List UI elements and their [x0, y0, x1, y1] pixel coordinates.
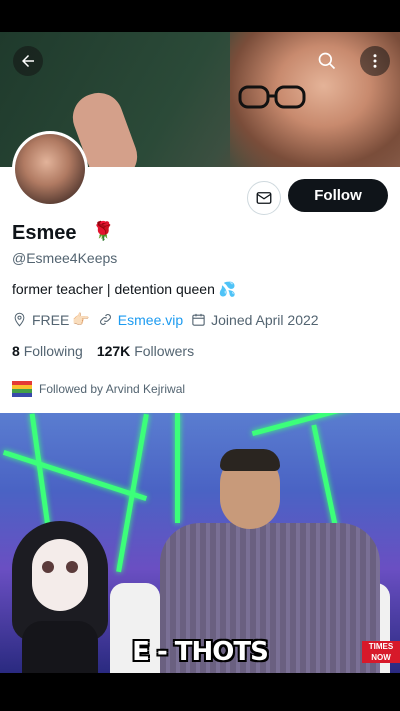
follow-button[interactable]: Follow [288, 179, 388, 212]
display-name: Esmee [12, 222, 77, 244]
avatar-image [15, 134, 85, 204]
followers-label: Followers [134, 343, 195, 359]
message-button[interactable] [247, 181, 281, 215]
speaker-hair [220, 449, 280, 471]
top-black-bar [0, 0, 400, 32]
mail-icon [256, 192, 272, 204]
bio-text: former teacher | detention queen [12, 281, 215, 297]
channel-logo-line1: TIMES [368, 642, 394, 651]
video-caption: E - THOTS [132, 637, 269, 667]
sweat-droplets-emoji: 💦 [218, 281, 237, 297]
rose-emoji: 🌹 [92, 221, 115, 241]
cartoon-face [32, 539, 88, 611]
following-count: 8 [12, 343, 20, 359]
banner-glasses-shape [238, 85, 306, 109]
followers-count: 127K [96, 343, 131, 359]
more-options-button[interactable] [360, 46, 390, 76]
location-text: FREE [32, 311, 70, 328]
website-link[interactable]: Esmee.vip [118, 312, 183, 328]
location-item: FREE 👉🏻 [12, 311, 90, 328]
arrow-left-icon [22, 55, 34, 67]
location-pin-icon [14, 312, 25, 327]
back-button[interactable] [13, 46, 43, 76]
followed-by-row[interactable]: Followed by Arvind Kejriwal [12, 381, 185, 397]
channel-logo-line2: NOW [371, 653, 391, 662]
follow-stats: 8 Following 127K Followers [12, 343, 194, 359]
profile-meta-row: FREE 👉🏻 Esmee.vip Joined April 2022 [12, 311, 327, 328]
pride-flag-icon [12, 381, 32, 397]
pointing-hand-emoji: 👉🏻 [72, 311, 90, 327]
joined-text: Joined April 2022 [211, 311, 319, 328]
following-stat[interactable]: 8 Following [12, 343, 83, 359]
following-label: Following [23, 343, 83, 359]
cartoon-eye [66, 561, 78, 573]
link-icon [99, 314, 111, 325]
joined-item: Joined April 2022 [191, 311, 319, 328]
search-button[interactable] [312, 46, 342, 76]
neon-bar [251, 413, 389, 437]
avatar[interactable] [12, 131, 88, 207]
neon-bar [2, 449, 148, 502]
channel-logo: TIMES NOW [362, 641, 400, 663]
website-item[interactable]: Esmee.vip [98, 312, 183, 328]
search-icon [318, 52, 336, 70]
more-vertical-icon [373, 54, 377, 68]
video-frame: E - THOTS TIMES NOW [0, 413, 400, 673]
calendar-icon [192, 313, 205, 326]
bio: former teacher | detention queen 💦 [12, 281, 236, 298]
bottom-black-bar [0, 673, 400, 711]
cartoon-eye [42, 561, 54, 573]
followers-stat[interactable]: 127K Followers [97, 343, 194, 359]
user-handle: @Esmee4Keeps [12, 250, 118, 266]
followed-by-text: Followed by Arvind Kejriwal [39, 382, 186, 396]
